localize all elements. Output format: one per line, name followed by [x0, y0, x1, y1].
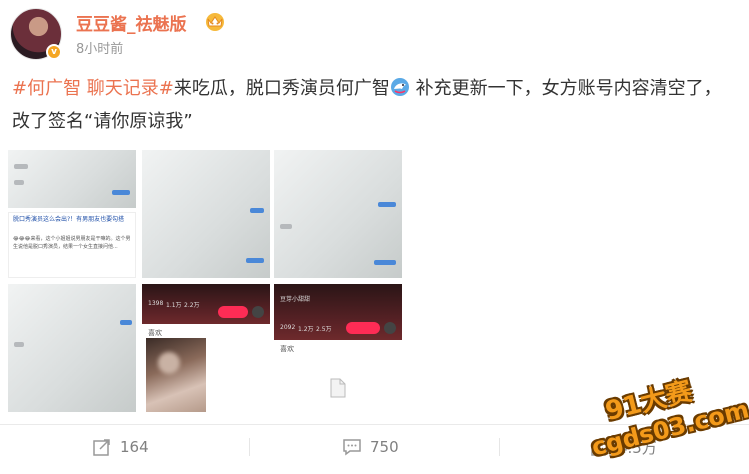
image-thumb-2[interactable]	[142, 150, 270, 278]
hashtag-link[interactable]: #何广智 聊天记录#	[12, 78, 174, 99]
dolphin-emoji-icon	[390, 78, 409, 96]
image-thumb-4[interactable]: 脱口秀演员这么会出?！有男朋友也要勾搭 😂😂😂来看，这个小姐姐说男朋友是干嘛的。…	[8, 212, 136, 278]
site-watermark: 91大赛 cgds03.com	[580, 361, 749, 474]
image-thumb-6[interactable]: 1398 1.1万 2.2万 喜欢	[142, 284, 270, 412]
chat-bubble	[120, 320, 132, 325]
chat-screenshot	[274, 150, 402, 278]
thumb-body: 😂😂😂来看，这个小姐姐说男朋友是干嘛的。这个男生说他是脱口秀演员，结果一个女生直…	[13, 236, 131, 250]
comment-button[interactable]: 750	[342, 436, 399, 458]
repost-button[interactable]: 164	[92, 436, 149, 458]
post-timestamp[interactable]: 8小时前	[76, 38, 123, 57]
post-text-part1: 来吃瓜，脱口秀演员何广智	[173, 78, 390, 99]
empty-file-icon	[330, 378, 346, 398]
profile-stat: 2092	[280, 324, 296, 331]
post-text: #何广智 聊天记录#来吃瓜，脱口秀演员何广智 补充更新一下，女方账号内容清空了，…	[12, 72, 737, 138]
chat-bubble	[14, 180, 24, 185]
comment-count: 750	[370, 438, 399, 456]
chat-screenshot	[8, 150, 136, 208]
chat-bubble	[250, 208, 264, 213]
more-icon	[252, 306, 264, 318]
image-thumb-5[interactable]	[8, 284, 136, 412]
chat-bubble	[280, 224, 292, 229]
profile-stat: 2.5万	[316, 326, 332, 333]
chat-bubble	[112, 190, 130, 195]
thumb-title: 脱口秀演员这么会出?！有男朋友也要勾搭	[13, 216, 125, 223]
action-separator	[499, 438, 500, 456]
follow-button	[346, 322, 380, 334]
action-separator	[249, 438, 250, 456]
comment-icon	[343, 439, 361, 456]
username[interactable]: 豆豆酱_祛魅版	[76, 10, 187, 35]
repost-count: 164	[120, 438, 149, 456]
verified-badge-icon: v	[46, 44, 62, 60]
user-photo	[146, 338, 206, 412]
profile-stat: 1.2万	[298, 326, 314, 333]
chat-screenshot	[8, 284, 136, 412]
image-thumb-7[interactable]: 豆芽小甜甜 2092 1.2万 2.5万 喜欢	[274, 284, 402, 412]
profile-stat: 2.2万	[184, 302, 200, 309]
profile-name: 豆芽小甜甜	[280, 296, 311, 303]
tab-likes: 喜欢	[148, 329, 162, 337]
crown-icon	[206, 13, 224, 31]
chat-bubble	[378, 202, 396, 207]
chat-bubble	[246, 258, 264, 263]
profile-header	[274, 284, 402, 340]
follow-button	[218, 306, 248, 318]
profile-stat: 1398	[148, 300, 164, 307]
chat-bubble	[374, 260, 396, 265]
image-thumb-1[interactable]	[8, 150, 136, 208]
chat-bubble	[14, 164, 28, 169]
profile-stat: 1.1万	[166, 302, 182, 309]
weibo-post: v 豆豆酱_祛魅版 8小时前 #何广智 聊天记录#来吃瓜，脱口秀演员何广智 补充…	[0, 0, 749, 474]
repost-icon	[93, 439, 110, 456]
blurred-face	[158, 352, 180, 374]
more-icon	[384, 322, 396, 334]
chat-bubble	[14, 342, 24, 347]
image-thumb-3[interactable]	[274, 150, 402, 278]
tab-likes: 喜欢	[280, 345, 294, 353]
